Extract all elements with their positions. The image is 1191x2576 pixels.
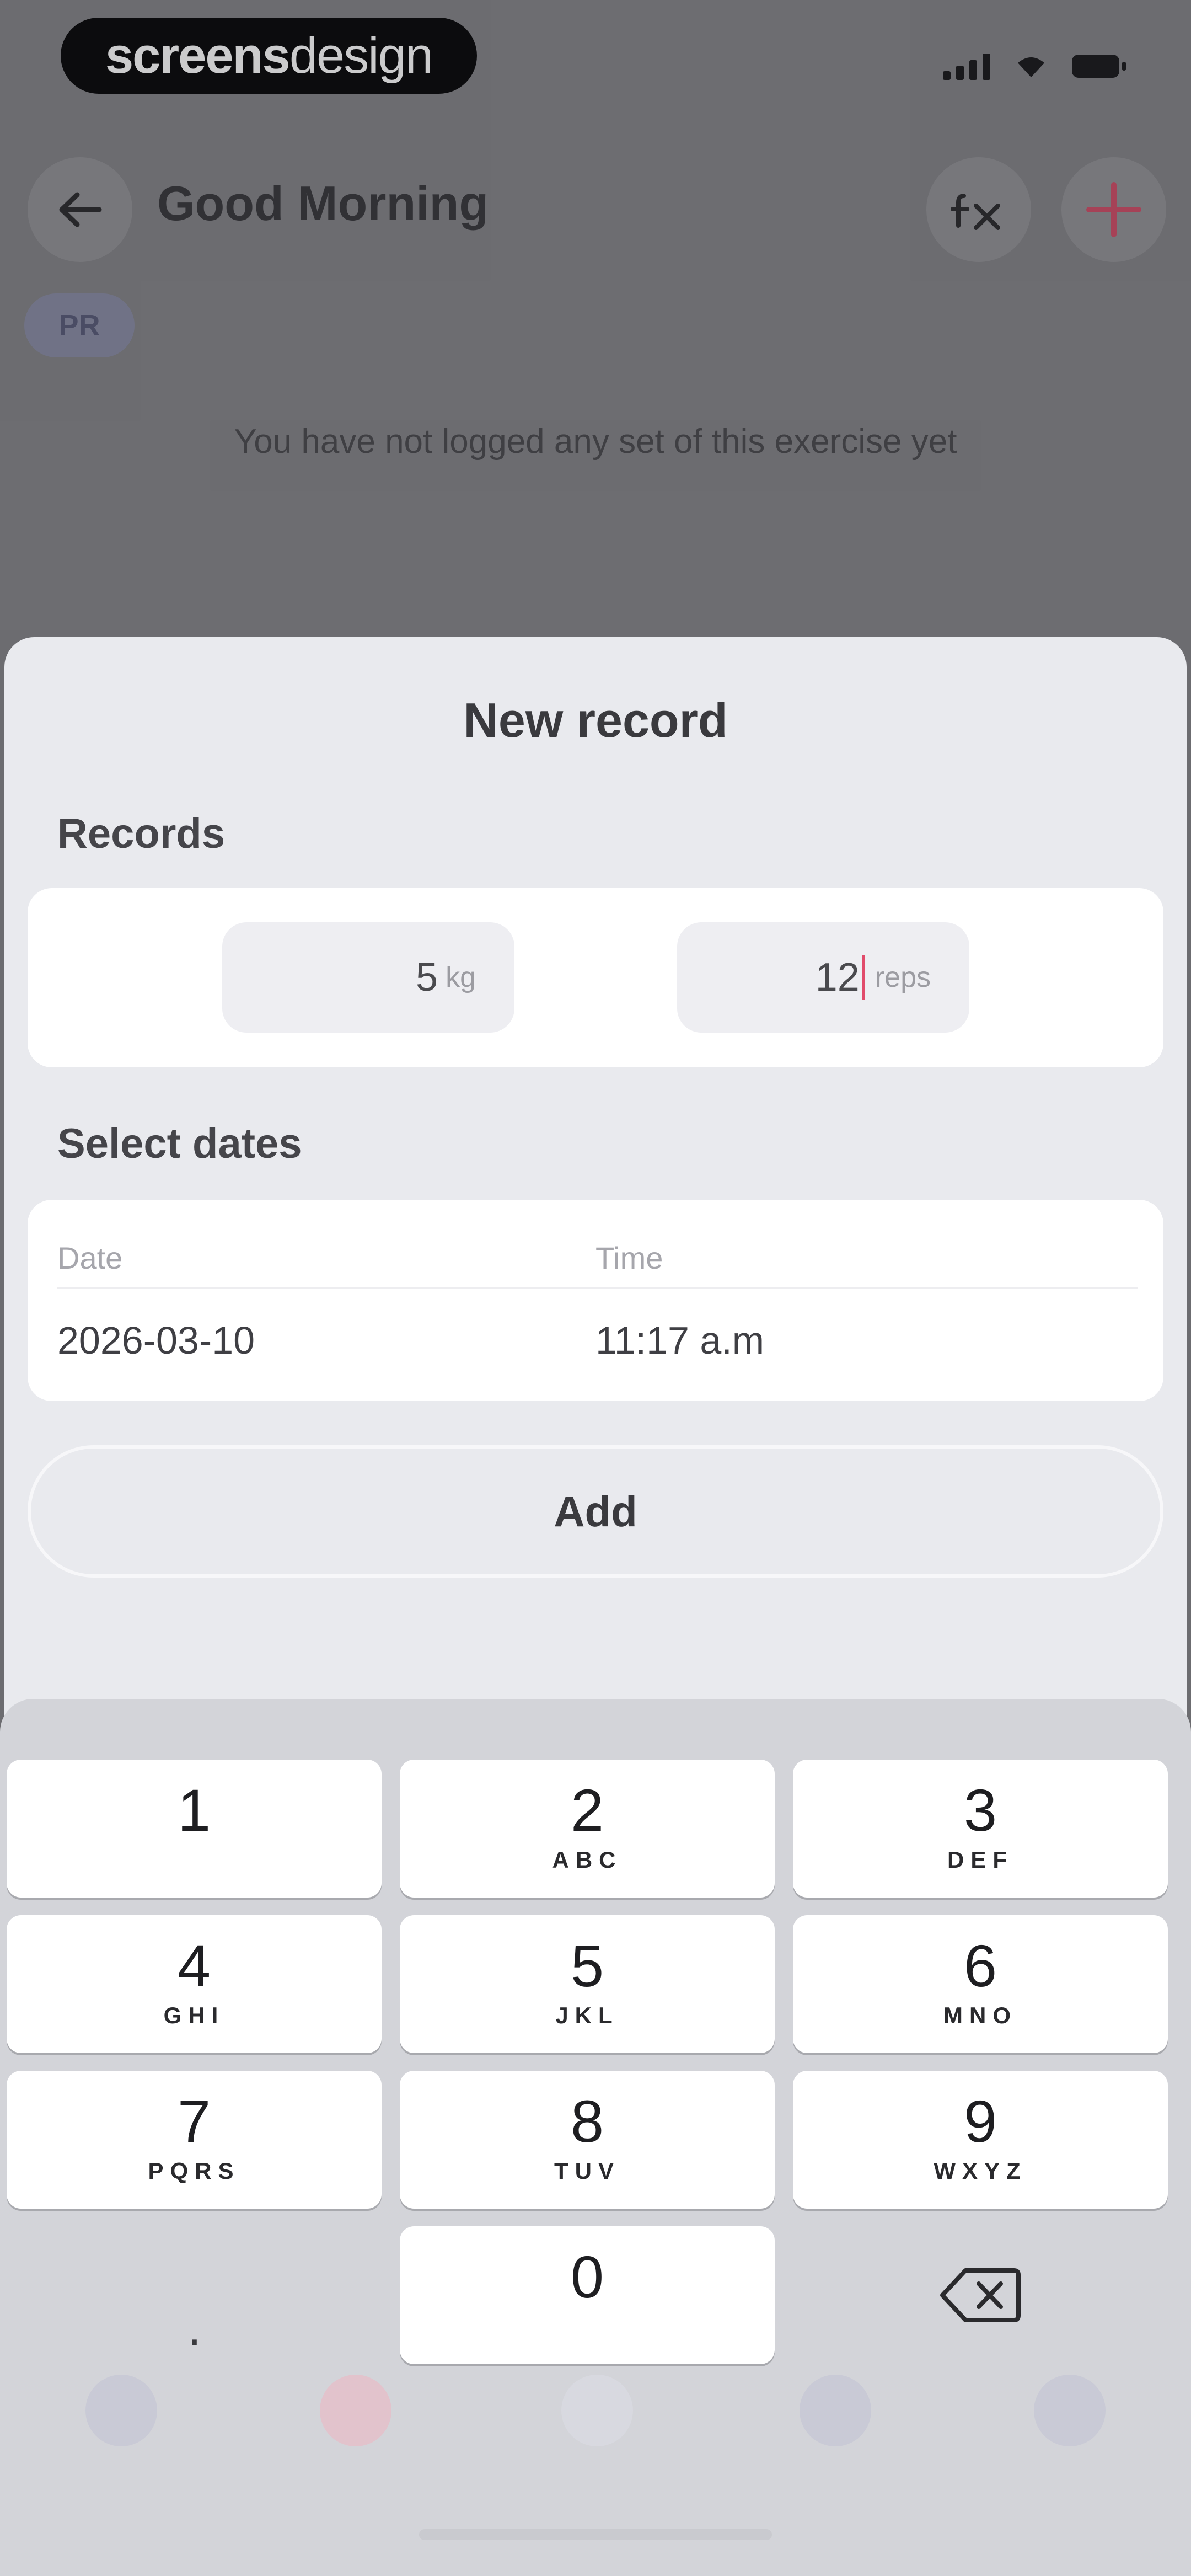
sheet-title: New record	[463, 693, 728, 747]
key-7[interactable]: 7 PQRS	[7, 2071, 382, 2209]
key-0-number: 0	[570, 2243, 604, 2310]
tab-icon-5	[1034, 2375, 1106, 2446]
key-2-letters: ABC	[552, 1847, 623, 1873]
tab-icon-2	[320, 2375, 391, 2446]
key-2[interactable]: 2 ABC	[400, 1760, 775, 1898]
key-9-letters: WXYZ	[934, 2158, 1027, 2184]
key-0[interactable]: 0	[400, 2226, 775, 2364]
reps-input[interactable]: 12 reps	[677, 922, 969, 1033]
key-5-number: 5	[570, 1932, 604, 1999]
key-4-number: 4	[177, 1932, 211, 1999]
date-field[interactable]: 2026-03-10	[57, 1318, 255, 1362]
weight-unit: kg	[446, 961, 476, 993]
key-4[interactable]: 4 GHI	[7, 1915, 382, 2053]
key-3[interactable]: 3 DEF	[793, 1760, 1168, 1898]
key-6-letters: MNO	[943, 2002, 1017, 2028]
time-label: Time	[596, 1241, 663, 1275]
key-9-number: 9	[963, 2088, 997, 2155]
key-6[interactable]: 6 MNO	[793, 1915, 1168, 2053]
delete-key[interactable]	[793, 2226, 1168, 2364]
tab-icon-1	[85, 2375, 157, 2446]
key-6-number: 6	[963, 1932, 997, 1999]
reps-value: 12	[815, 955, 860, 1000]
add-button[interactable]: Add	[28, 1445, 1163, 1578]
key-4-letters: GHI	[163, 2002, 225, 2028]
key-7-letters: PQRS	[148, 2158, 240, 2184]
key-7-number: 7	[177, 2088, 211, 2155]
key-1[interactable]: 1	[7, 1760, 382, 1898]
weight-input[interactable]: 5 kg	[222, 922, 514, 1033]
key-decimal[interactable]: .	[187, 2300, 201, 2357]
key-3-letters: DEF	[947, 1847, 1013, 1873]
key-1-number: 1	[177, 1777, 211, 1843]
weight-value: 5	[416, 955, 438, 1000]
tab-icon-3	[561, 2375, 633, 2446]
dates-divider	[57, 1287, 1138, 1289]
select-dates-label: Select dates	[57, 1120, 302, 1167]
key-8-letters: TUV	[554, 2158, 620, 2184]
records-card	[28, 888, 1163, 1067]
key-5[interactable]: 5 JKL	[400, 1915, 775, 2053]
reps-unit: reps	[875, 961, 931, 993]
time-field[interactable]: 11:17 a.m	[596, 1318, 764, 1362]
text-caret	[861, 955, 865, 1000]
key-5-letters: JKL	[555, 2002, 619, 2028]
key-3-number: 3	[963, 1777, 997, 1843]
dates-card	[28, 1200, 1163, 1401]
home-indicator	[419, 2529, 772, 2540]
key-8-number: 8	[570, 2088, 604, 2155]
key-2-number: 2	[570, 1777, 604, 1843]
tab-icon-4	[800, 2375, 871, 2446]
backspace-icon	[940, 2268, 1021, 2322]
date-label: Date	[57, 1241, 123, 1275]
records-label: Records	[57, 810, 226, 857]
key-9[interactable]: 9 WXYZ	[793, 2071, 1168, 2209]
key-8[interactable]: 8 TUV	[400, 2071, 775, 2209]
